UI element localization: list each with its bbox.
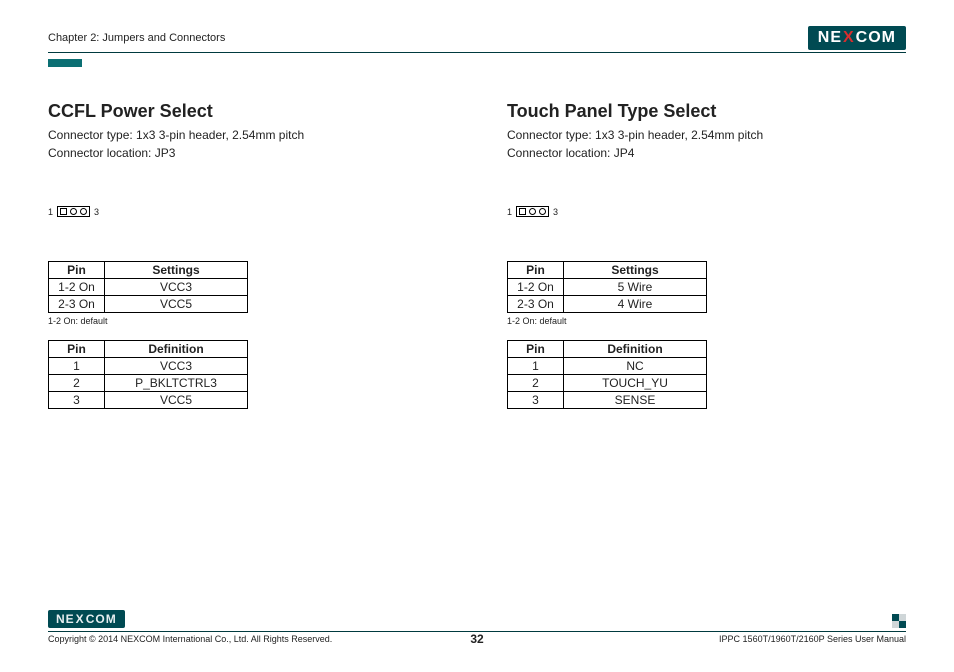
table-row: 1-2 On VCC3 [49, 279, 248, 296]
table-header-row: Pin Definition [49, 341, 248, 358]
ccfl-settings-note: 1-2 On: default [48, 316, 447, 326]
table-row: 1-2 On 5 Wire [508, 279, 707, 296]
table-row: 2-3 On 4 Wire [508, 296, 707, 313]
brand-logo-top: NEXCOM [808, 26, 906, 50]
touch-pin-diagram: 1 3 [507, 206, 906, 217]
footer-rule: Copyright © 2014 NEXCOM International Co… [48, 631, 906, 644]
th-settings: Settings [105, 262, 248, 279]
table-row: 2 TOUCH_YU [508, 375, 707, 392]
th-definition: Definition [105, 341, 248, 358]
diag-label-3: 3 [94, 207, 99, 217]
table-header-row: Pin Settings [49, 262, 248, 279]
th-settings: Settings [564, 262, 707, 279]
pin-1-square-icon [519, 208, 526, 215]
footer: NEXCOM Copyright © 2014 NEXCOM Internati… [48, 610, 906, 644]
chapter-title: Chapter 2: Jumpers and Connectors [48, 32, 225, 44]
th-pin: Pin [49, 341, 105, 358]
ccfl-pin-diagram: 1 3 [48, 206, 447, 217]
th-definition: Definition [564, 341, 707, 358]
pin-3-circle-icon [80, 208, 87, 215]
th-pin: Pin [508, 341, 564, 358]
pin-header-icon [57, 206, 90, 217]
touch-settings-note: 1-2 On: default [507, 316, 906, 326]
ccfl-conn-loc: Connector location: JP3 [48, 144, 447, 162]
copyright-text: Copyright © 2014 NEXCOM International Co… [48, 634, 332, 644]
ccfl-title: CCFL Power Select [48, 101, 447, 122]
touch-definition-table: Pin Definition 1 NC 2 TOUCH_YU 3 SENSE [507, 340, 707, 409]
header-bar: Chapter 2: Jumpers and Connectors NEXCOM [48, 26, 906, 53]
section-touch: Touch Panel Type Select Connector type: … [507, 101, 906, 409]
touch-settings-table: Pin Settings 1-2 On 5 Wire 2-3 On 4 Wire [507, 261, 707, 313]
brand-logo-bottom: NEXCOM [48, 610, 125, 628]
manual-name: IPPC 1560T/1960T/2160P Series User Manua… [719, 634, 906, 644]
table-row: 2-3 On VCC5 [49, 296, 248, 313]
touch-conn-type: Connector type: 1x3 3-pin header, 2.54mm… [507, 126, 906, 144]
ccfl-conn-type: Connector type: 1x3 3-pin header, 2.54mm… [48, 126, 447, 144]
table-row: 3 SENSE [508, 392, 707, 409]
diag-label-3: 3 [553, 207, 558, 217]
pin-1-square-icon [60, 208, 67, 215]
main-content: CCFL Power Select Connector type: 1x3 3-… [48, 101, 906, 409]
pin-3-circle-icon [539, 208, 546, 215]
diag-label-1: 1 [48, 207, 53, 217]
table-row: 2 P_BKLTCTRL3 [49, 375, 248, 392]
table-row: 1 VCC3 [49, 358, 248, 375]
accent-bar [48, 59, 82, 67]
th-pin: Pin [508, 262, 564, 279]
touch-conn-loc: Connector location: JP4 [507, 144, 906, 162]
table-header-row: Pin Definition [508, 341, 707, 358]
section-ccfl: CCFL Power Select Connector type: 1x3 3-… [48, 101, 447, 409]
pin-2-circle-icon [70, 208, 77, 215]
table-row: 1 NC [508, 358, 707, 375]
pin-header-icon [516, 206, 549, 217]
th-pin: Pin [49, 262, 105, 279]
table-header-row: Pin Settings [508, 262, 707, 279]
ccfl-definition-table: Pin Definition 1 VCC3 2 P_BKLTCTRL3 3 VC… [48, 340, 248, 409]
touch-title: Touch Panel Type Select [507, 101, 906, 122]
ccfl-settings-table: Pin Settings 1-2 On VCC3 2-3 On VCC5 [48, 261, 248, 313]
diag-label-1: 1 [507, 207, 512, 217]
page-number: 32 [470, 632, 483, 646]
pin-2-circle-icon [529, 208, 536, 215]
table-row: 3 VCC5 [49, 392, 248, 409]
